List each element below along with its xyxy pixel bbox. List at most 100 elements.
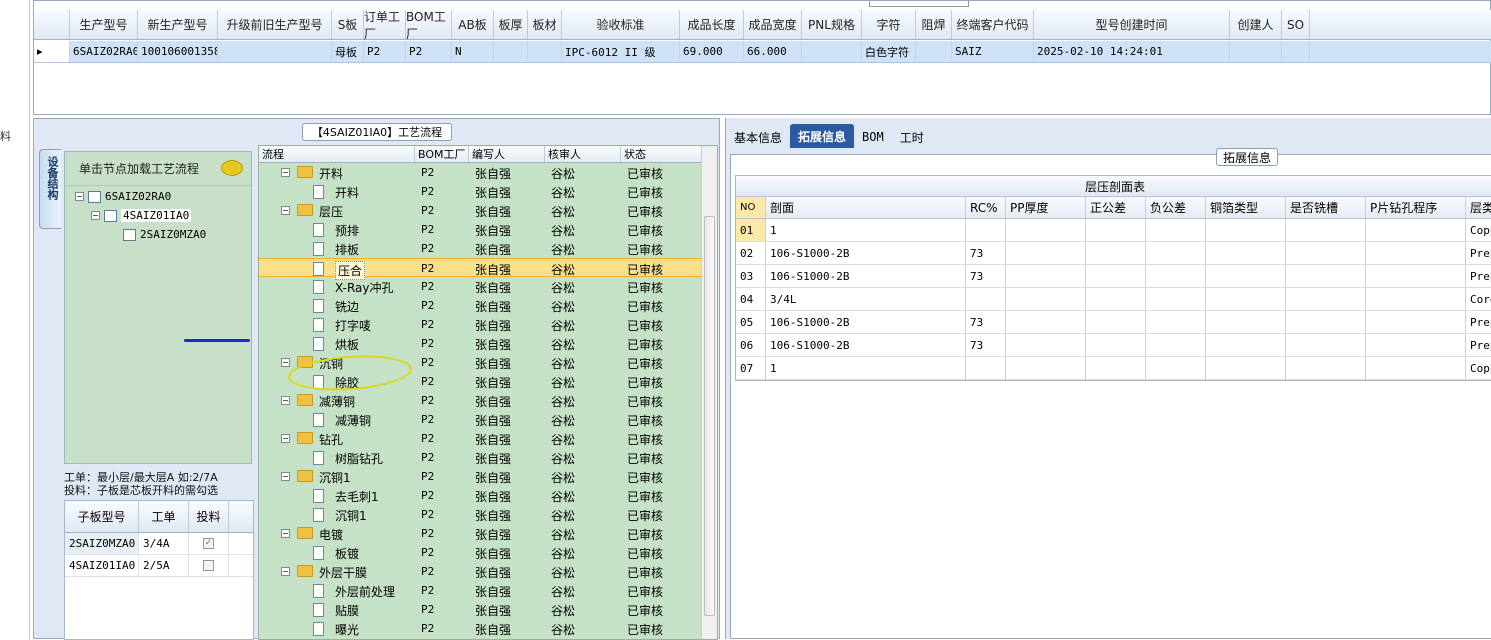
flow-row[interactable]: 开料 P2 张自强 谷松 已审核 bbox=[259, 182, 703, 201]
flow-row[interactable]: 减薄铜 P2 张自强 谷松 已审核 bbox=[259, 410, 703, 429]
col-header[interactable]: 升级前旧生产型号 bbox=[218, 10, 332, 39]
flow-row[interactable]: 去毛刺1 P2 张自强 谷松 已审核 bbox=[259, 486, 703, 505]
col-header[interactable]: 订单工厂 bbox=[364, 10, 406, 41]
col-header[interactable]: 剖面 bbox=[766, 197, 966, 218]
tab-extended-info[interactable]: 拓展信息 bbox=[790, 124, 855, 148]
tree-node-root[interactable]: − 6SAIZ02RA0 bbox=[75, 190, 171, 203]
table-row[interactable]: 05106-S1000-2B73 Prep bbox=[736, 311, 1491, 334]
col-header[interactable]: BOM工厂 bbox=[406, 10, 452, 41]
col-header[interactable]: 字符 bbox=[862, 10, 916, 39]
flow-row[interactable]: 沉铜1 P2 张自强 谷松 已审核 bbox=[259, 505, 703, 524]
flow-row[interactable]: − 电镀 P2 张自强 谷松 已审核 bbox=[259, 524, 703, 543]
flow-row[interactable]: − 沉铜1 P2 张自强 谷松 已审核 bbox=[259, 467, 703, 486]
product-grid-row[interactable]: ▸6SAIZ02RA010010600135860母板P2P2NIPC-6012… bbox=[34, 41, 1491, 63]
col-header[interactable]: PP厚度 bbox=[1006, 197, 1086, 218]
flow-row[interactable]: X-Ray冲孔 P2 张自强 谷松 已审核 bbox=[259, 277, 703, 296]
col-header[interactable]: 层类 bbox=[1466, 197, 1491, 218]
table-row[interactable]: 2SAIZ0MZA0 3/4A ✓ bbox=[65, 533, 253, 555]
collapse-icon[interactable]: − bbox=[281, 168, 290, 177]
col-header[interactable]: 成品长度 bbox=[680, 10, 744, 39]
table-cell: 66.000 bbox=[744, 41, 802, 62]
flow-row[interactable]: − 层压 P2 张自强 谷松 已审核 bbox=[259, 201, 703, 220]
flow-row[interactable]: 树脂钻孔 P2 张自强 谷松 已审核 bbox=[259, 448, 703, 467]
table-cell bbox=[1206, 288, 1286, 310]
flow-row[interactable]: − 钻孔 P2 张自强 谷松 已审核 bbox=[259, 429, 703, 448]
flow-row[interactable]: 贴膜 P2 张自强 谷松 已审核 bbox=[259, 600, 703, 619]
col-header[interactable]: 阻焊 bbox=[916, 10, 952, 39]
tree-node-child[interactable]: − 4SAIZ01IA0 bbox=[91, 209, 192, 222]
scrollbar-thumb[interactable] bbox=[704, 216, 715, 616]
flow-bom-factory: P2 bbox=[421, 280, 435, 293]
tree-header-text: 单击节点加载工艺流程 bbox=[79, 162, 200, 176]
flow-row[interactable]: 排板 P2 张自强 谷松 已审核 bbox=[259, 239, 703, 258]
flow-bom-factory: P2 bbox=[421, 242, 435, 255]
table-cell bbox=[1146, 219, 1206, 241]
flow-row[interactable]: 板镀 P2 张自强 谷松 已审核 bbox=[259, 543, 703, 562]
col-header[interactable]: 型号创建时间 bbox=[1034, 10, 1230, 39]
flow-bom-factory: P2 bbox=[421, 262, 435, 275]
tree-node-leaf[interactable]: 2SAIZ0MZA0 bbox=[123, 228, 206, 241]
col-header[interactable]: 板厚 bbox=[494, 10, 528, 39]
col-header[interactable]: 板材 bbox=[528, 10, 562, 39]
col-header[interactable]: PNL规格 bbox=[802, 10, 862, 39]
collapse-icon[interactable]: − bbox=[281, 206, 290, 215]
flow-scrollbar[interactable] bbox=[701, 146, 717, 639]
col-header[interactable]: 生产型号 bbox=[70, 10, 138, 39]
col-header[interactable]: P片钻孔程序 bbox=[1366, 197, 1466, 218]
col-header[interactable]: 创建人 bbox=[1230, 10, 1282, 39]
collapse-icon[interactable]: − bbox=[75, 192, 84, 201]
flow-row[interactable]: − 减薄铜 P2 张自强 谷松 已审核 bbox=[259, 391, 703, 410]
tab-bom[interactable]: BOM bbox=[854, 126, 892, 148]
col-header[interactable]: 铜箔类型 bbox=[1206, 197, 1286, 218]
collapse-icon[interactable]: − bbox=[91, 211, 100, 220]
flow-writer: 张自强 bbox=[475, 281, 512, 295]
table-header: NO剖面RC%PP厚度正公差负公差铜箔类型是否铣槽P片钻孔程序层类 bbox=[736, 197, 1491, 219]
collapse-icon[interactable]: − bbox=[281, 396, 290, 405]
flow-row[interactable]: − 开料 P2 张自强 谷松 已审核 bbox=[259, 163, 703, 182]
table-row[interactable]: 043/4L Core bbox=[736, 288, 1491, 311]
table-row[interactable]: 02106-S1000-2B73 Prep bbox=[736, 242, 1491, 265]
collapse-icon[interactable]: − bbox=[281, 434, 290, 443]
grid-tab-handle[interactable] bbox=[869, 1, 969, 7]
col-header[interactable]: RC% bbox=[966, 197, 1006, 218]
table-row[interactable]: 071 Copp bbox=[736, 357, 1491, 380]
collapse-icon[interactable]: − bbox=[281, 472, 290, 481]
flow-row[interactable]: 烘板 P2 张自强 谷松 已审核 bbox=[259, 334, 703, 353]
table-row[interactable]: 03106-S1000-2B73 Prep bbox=[736, 265, 1491, 288]
col-header[interactable]: 新生产型号 bbox=[138, 10, 218, 39]
col-header[interactable]: 是否铣槽 bbox=[1286, 197, 1366, 218]
col-header[interactable]: 成品宽度 bbox=[744, 10, 802, 39]
table-row[interactable]: 4SAIZ01IA0 2/5A bbox=[65, 555, 253, 577]
col-header[interactable]: NO bbox=[736, 197, 766, 218]
col-header[interactable]: AB板 bbox=[452, 10, 494, 39]
collapse-icon[interactable]: − bbox=[281, 529, 290, 538]
feed-checkbox[interactable] bbox=[203, 560, 214, 571]
collapse-icon[interactable]: − bbox=[281, 358, 290, 367]
col-header[interactable]: 正公差 bbox=[1086, 197, 1146, 218]
tab-equipment-structure[interactable]: 设备结构 bbox=[39, 149, 61, 229]
table-cell bbox=[1086, 334, 1146, 356]
flow-row[interactable]: 铣边 P2 张自强 谷松 已审核 bbox=[259, 296, 703, 315]
table-body: 011Copp02106-S1000-2B73Prep03106-S1000-2… bbox=[736, 219, 1491, 380]
feed-checkbox[interactable]: ✓ bbox=[203, 538, 214, 549]
flow-writer: 张自强 bbox=[475, 433, 512, 447]
col-header[interactable]: SO bbox=[1282, 10, 1310, 39]
flow-bom-factory: P2 bbox=[421, 394, 435, 407]
table-row[interactable]: 011 Copp bbox=[736, 219, 1491, 242]
document-icon bbox=[313, 262, 324, 276]
flow-writer: 张自强 bbox=[475, 471, 512, 485]
col-header[interactable]: S板 bbox=[332, 10, 364, 39]
table-row[interactable]: 06106-S1000-2B73 Prep bbox=[736, 334, 1491, 357]
tab-labor-hours[interactable]: 工时 bbox=[892, 126, 932, 148]
flow-row[interactable]: 打字唛 P2 张自强 谷松 已审核 bbox=[259, 315, 703, 334]
flow-row[interactable]: − 外层干膜 P2 张自强 谷松 已审核 bbox=[259, 562, 703, 581]
col-header[interactable]: 负公差 bbox=[1146, 197, 1206, 218]
flow-row[interactable]: 曝光 P2 张自强 谷松 已审核 bbox=[259, 619, 703, 638]
collapse-icon[interactable]: − bbox=[281, 567, 290, 576]
col-header[interactable]: 终端客户代码 bbox=[952, 10, 1034, 39]
tab-basic-info[interactable]: 基本信息 bbox=[726, 126, 790, 148]
flow-row[interactable]: 压合 P2 张自强 谷松 已审核 bbox=[259, 258, 703, 280]
flow-row[interactable]: 预排 P2 张自强 谷松 已审核 bbox=[259, 220, 703, 239]
flow-row[interactable]: 外层前处理 P2 张自强 谷松 已审核 bbox=[259, 581, 703, 600]
col-header[interactable]: 验收标准 bbox=[562, 10, 680, 39]
